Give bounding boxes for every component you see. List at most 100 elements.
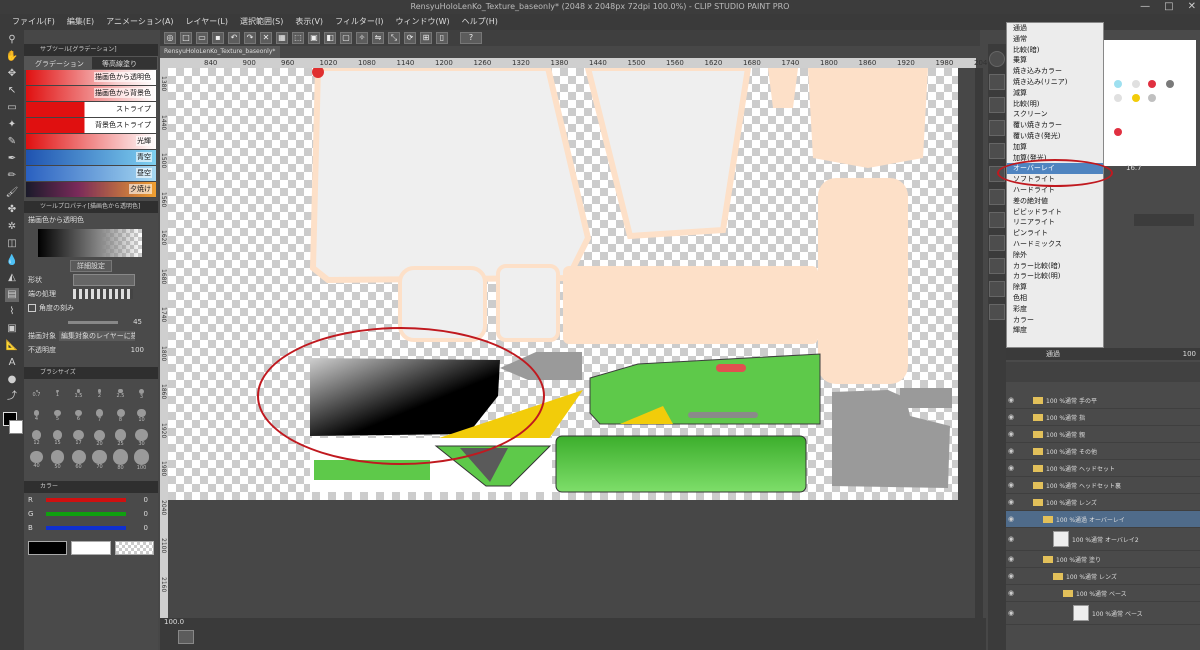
blend-mode-option[interactable]: 通常 bbox=[1007, 34, 1103, 45]
blend-mode-option[interactable]: 加算 bbox=[1007, 142, 1103, 153]
fill-tool-icon[interactable]: ◭ bbox=[5, 271, 19, 285]
brush-size-cell[interactable]: 60 bbox=[68, 449, 89, 471]
gradient-preview[interactable] bbox=[38, 229, 142, 257]
blend-mode-option[interactable]: カラー比較(明) bbox=[1007, 271, 1103, 282]
blend-tool-icon[interactable]: 💧 bbox=[5, 254, 19, 268]
panel-icon-10[interactable] bbox=[989, 258, 1005, 274]
layer-row[interactable]: ◉ 100 %通常 指 bbox=[1006, 409, 1200, 426]
brush-size-cell[interactable]: 50 bbox=[47, 449, 68, 471]
blend-mode-option[interactable]: 焼き込みカラー bbox=[1007, 66, 1103, 77]
brush-size-cell[interactable]: 1 bbox=[47, 383, 68, 405]
ruler-tool-icon[interactable]: 📐 bbox=[5, 339, 19, 353]
pencil-tool-icon[interactable]: ✏ bbox=[5, 169, 19, 183]
balloon-tool-icon[interactable]: ● bbox=[5, 373, 19, 387]
open-file-icon[interactable]: ▭ bbox=[196, 32, 208, 44]
visibility-eye-icon[interactable]: ◉ bbox=[1006, 515, 1016, 523]
brush-size-cell[interactable]: 12 bbox=[26, 427, 47, 449]
blend-mode-option[interactable]: 色相 bbox=[1007, 293, 1103, 304]
resize-icon[interactable] bbox=[989, 97, 1005, 113]
new-file-icon[interactable]: □ bbox=[180, 32, 192, 44]
brush-size-cell[interactable]: 7 bbox=[89, 405, 110, 427]
brush-size-cell[interactable]: 4 bbox=[26, 405, 47, 427]
layer-row[interactable]: ◉ 100 %通常 オーバレイ2 bbox=[1006, 528, 1200, 551]
undo-icon[interactable]: ↶ bbox=[228, 32, 240, 44]
menu-layer[interactable]: レイヤー(L) bbox=[180, 14, 234, 30]
scale-icon[interactable]: ⤡ bbox=[388, 32, 400, 44]
minimize-button[interactable]: — bbox=[1140, 0, 1150, 14]
blue-slider[interactable] bbox=[45, 526, 126, 530]
layer-row[interactable]: ◉ 100 %通常 ヘッドセット裏 bbox=[1006, 477, 1200, 494]
visibility-eye-icon[interactable]: ◉ bbox=[1006, 396, 1016, 404]
brush-size-cell[interactable]: 3 bbox=[131, 383, 152, 405]
blend-mode-option[interactable]: 彩度 bbox=[1007, 304, 1103, 315]
brush-size-cell[interactable]: 1.5 bbox=[68, 383, 89, 405]
panel-icon-9[interactable] bbox=[989, 235, 1005, 251]
crop-icon[interactable]: ▣ bbox=[308, 32, 320, 44]
brush-size-cell[interactable]: 2.5 bbox=[110, 383, 131, 405]
detail-settings-button[interactable]: 詳細設定 bbox=[70, 260, 112, 272]
shape-selector[interactable] bbox=[73, 274, 135, 286]
deselect-icon[interactable]: ⬚ bbox=[292, 32, 304, 44]
airbrush-tool-icon[interactable]: ✤ bbox=[5, 203, 19, 217]
green-slider[interactable] bbox=[46, 512, 127, 516]
save-icon[interactable]: ▪ bbox=[212, 32, 224, 44]
visibility-eye-icon[interactable]: ◉ bbox=[1006, 535, 1016, 543]
visibility-eye-icon[interactable]: ◉ bbox=[1006, 447, 1016, 455]
eyedropper-tool-icon[interactable]: ✎ bbox=[5, 135, 19, 149]
selection-tool-icon[interactable]: ▭ bbox=[5, 101, 19, 115]
blend-mode-option[interactable]: カラー bbox=[1007, 315, 1103, 326]
eraser-tool-icon[interactable]: ◫ bbox=[5, 237, 19, 251]
maximize-button[interactable]: □ bbox=[1164, 0, 1173, 14]
color-black-swatch[interactable] bbox=[28, 541, 68, 555]
layer-row[interactable]: ◉ 100 %通常 ベース bbox=[1006, 585, 1200, 602]
color-set-palette[interactable] bbox=[1104, 40, 1196, 166]
layer-row[interactable]: ◉ 100 %通常 親 bbox=[1006, 426, 1200, 443]
transform-icon[interactable]: ✧ bbox=[356, 32, 368, 44]
menu-file[interactable]: ファイル(F) bbox=[6, 14, 61, 30]
text-tool-icon[interactable]: A bbox=[5, 356, 19, 370]
color-transparent-swatch[interactable] bbox=[114, 541, 154, 555]
panel-icon-11[interactable] bbox=[989, 281, 1005, 297]
visibility-eye-icon[interactable]: ◉ bbox=[1006, 430, 1016, 438]
navigator-icon[interactable] bbox=[178, 630, 194, 644]
blend-mode-option[interactable]: 比較(明) bbox=[1007, 99, 1103, 110]
blend-mode-option[interactable]: 差の絶対値 bbox=[1007, 196, 1103, 207]
visibility-eye-icon[interactable]: ◉ bbox=[1006, 464, 1016, 472]
redo-icon[interactable]: ↷ bbox=[244, 32, 256, 44]
gradient-preset[interactable]: 青空 bbox=[26, 150, 156, 166]
panel-icon-5[interactable] bbox=[989, 143, 1005, 159]
layer-row[interactable]: ◉ 100 %通常 ヘッドセット bbox=[1006, 460, 1200, 477]
main-color-swatch[interactable] bbox=[3, 412, 23, 438]
brush-tool-icon[interactable]: 🖌 bbox=[5, 186, 19, 200]
tab-gradient[interactable]: グラデーション bbox=[24, 56, 91, 70]
brush-size-cell[interactable]: 20 bbox=[89, 427, 110, 449]
blend-mode-option[interactable]: 乗算 bbox=[1007, 55, 1103, 66]
visibility-eye-icon[interactable]: ◉ bbox=[1006, 609, 1016, 617]
app-logo-icon[interactable]: ◎ bbox=[164, 32, 176, 44]
blend-mode-option[interactable]: ピンライト bbox=[1007, 228, 1103, 239]
blend-mode-option[interactable]: ハードミックス bbox=[1007, 239, 1103, 250]
menu-view[interactable]: 表示(V) bbox=[289, 14, 329, 30]
document-tab[interactable]: RensyuHoloLenKo_Texture_baseonly* bbox=[160, 46, 280, 58]
brush-size-cell[interactable]: 15 bbox=[47, 427, 68, 449]
menu-filter[interactable]: フィルター(I) bbox=[329, 14, 389, 30]
layer-row[interactable]: ◉ 100 %通常 その他 bbox=[1006, 443, 1200, 460]
menu-help[interactable]: ヘルプ(H) bbox=[456, 14, 504, 30]
figure-tool-icon[interactable]: ⌇ bbox=[5, 305, 19, 319]
panel-icon-7[interactable] bbox=[989, 189, 1005, 205]
blend-mode-option[interactable]: 除算 bbox=[1007, 282, 1103, 293]
panel-icon-12[interactable] bbox=[989, 304, 1005, 320]
visibility-eye-icon[interactable]: ◉ bbox=[1006, 498, 1016, 506]
brush-size-cell[interactable]: 2 bbox=[89, 383, 110, 405]
gradient-preset[interactable]: 昼空 bbox=[26, 166, 156, 182]
operation-tool-icon[interactable]: ↖ bbox=[5, 84, 19, 98]
visibility-eye-icon[interactable]: ◉ bbox=[1006, 589, 1016, 597]
crop-icon-right[interactable] bbox=[989, 120, 1005, 136]
blend-mode-option[interactable]: カラー比較(暗) bbox=[1007, 261, 1103, 272]
frame-tool-icon[interactable]: ▣ bbox=[5, 322, 19, 336]
red-slider[interactable] bbox=[45, 498, 126, 502]
brush-size-cell[interactable]: 5 bbox=[47, 405, 68, 427]
correct-line-tool-icon[interactable]: ⤴ bbox=[5, 390, 19, 404]
brush-size-cell[interactable]: 80 bbox=[110, 449, 131, 471]
flip-icon[interactable]: ⇋ bbox=[372, 32, 384, 44]
